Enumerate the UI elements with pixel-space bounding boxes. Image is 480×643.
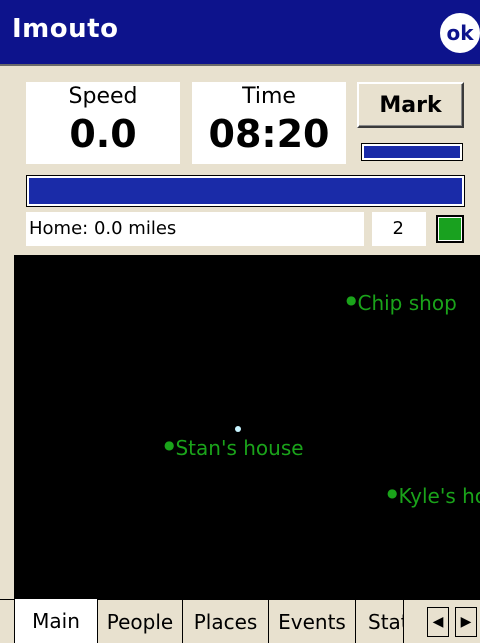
map-view[interactable]: ●Chip shop ●Stan's house ●Kyle's house <box>14 255 480 599</box>
place-marker-stans-house[interactable]: ●Stan's house <box>164 436 304 460</box>
place-marker-kyles-house[interactable]: ●Kyle's house <box>387 484 480 508</box>
place-label: Kyle's house <box>398 484 480 508</box>
place-label: Chip shop <box>357 291 457 315</box>
main-progress-bar <box>26 175 465 207</box>
status-indicator-fill <box>438 217 462 241</box>
time-label: Time <box>242 84 296 109</box>
mini-progress-bar <box>361 143 463 161</box>
app-title: Imouto <box>12 14 119 44</box>
title-divider <box>0 64 480 66</box>
arrow-right-icon: ▶ <box>460 614 472 630</box>
main-progress-fill <box>29 178 462 204</box>
speed-label: Speed <box>68 84 138 109</box>
tab-people[interactable]: People <box>98 600 183 643</box>
speed-value: 0.0 <box>69 112 137 156</box>
tab-scroll-right-button[interactable]: ▶ <box>455 607 477 637</box>
arrow-left-icon: ◀ <box>432 614 444 630</box>
place-marker-chip-shop[interactable]: ●Chip shop <box>346 291 457 315</box>
tab-status[interactable]: Status <box>356 600 404 643</box>
count-box: 2 <box>372 212 426 246</box>
place-marker-icon: ● <box>164 438 175 452</box>
current-location-dot <box>235 426 241 432</box>
app-window: Imouto ok Speed 0.0 Time 08:20 Mark Home… <box>0 0 480 643</box>
count-value: 2 <box>392 218 404 239</box>
tab-scroll-left-button[interactable]: ◀ <box>427 607 449 637</box>
place-marker-icon: ● <box>387 486 398 500</box>
home-distance-box: Home: 0.0 miles <box>26 212 364 246</box>
mark-button[interactable]: Mark <box>357 82 464 128</box>
home-distance-text: Home: 0.0 miles <box>29 218 177 239</box>
tab-events[interactable]: Events <box>269 600 356 643</box>
tab-bar: Main People Places Events Status <box>0 599 480 643</box>
time-panel: Time 08:20 <box>192 82 346 164</box>
tab-places[interactable]: Places <box>183 600 269 643</box>
speed-panel: Speed 0.0 <box>26 82 180 164</box>
mini-progress-fill <box>364 146 460 158</box>
status-indicator <box>436 215 464 243</box>
place-marker-icon: ● <box>346 293 357 307</box>
ok-button[interactable]: ok <box>440 13 480 53</box>
time-value: 08:20 <box>208 112 330 156</box>
tab-main[interactable]: Main <box>14 599 98 643</box>
title-bar: Imouto ok <box>0 0 480 64</box>
place-label: Stan's house <box>175 436 304 460</box>
